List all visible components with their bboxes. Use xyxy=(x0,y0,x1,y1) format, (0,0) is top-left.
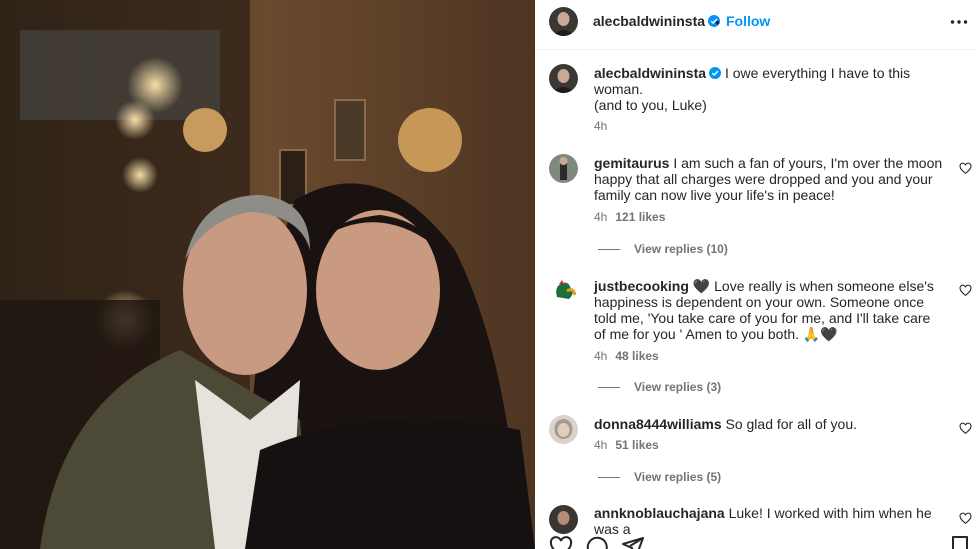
more-icon[interactable] xyxy=(950,12,968,32)
bookmark-icon[interactable] xyxy=(948,535,972,549)
comment-meta: 4h 51 likes xyxy=(594,438,659,452)
verified-icon xyxy=(709,66,722,79)
replies-divider xyxy=(598,477,620,478)
share-icon[interactable] xyxy=(621,535,645,549)
comment-time: 4h xyxy=(594,349,608,363)
action-bar xyxy=(535,535,976,549)
comment-icon[interactable] xyxy=(585,535,609,549)
separator-dot: • xyxy=(715,14,720,30)
caption-time: 4h xyxy=(594,119,608,133)
comment-time: 4h xyxy=(594,438,608,452)
photo-illustration xyxy=(0,0,535,549)
heart-icon[interactable] xyxy=(959,512,972,525)
comment-username[interactable]: annknoblauchajana xyxy=(594,505,725,521)
replies-divider xyxy=(598,387,620,388)
heart-icon[interactable] xyxy=(959,162,972,175)
commenter-avatar[interactable] xyxy=(549,505,578,534)
heart-icon[interactable] xyxy=(959,284,972,297)
comment-text: donna8444williams So glad for all of you… xyxy=(594,416,858,432)
caption-username[interactable]: alecbaldwininsta xyxy=(594,65,706,81)
like-heart-icon[interactable] xyxy=(549,535,573,549)
comment-likes[interactable]: 51 likes xyxy=(615,438,658,452)
follow-button[interactable]: Follow xyxy=(726,13,770,29)
comment-text: annknoblauchajana Luke! I worked with hi… xyxy=(594,505,932,537)
comment-meta: 4h 48 likes xyxy=(594,349,659,363)
commenter-avatar[interactable] xyxy=(549,415,578,444)
comment-likes[interactable]: 48 likes xyxy=(615,349,658,363)
comment-time: 4h xyxy=(594,210,608,224)
caption-text: alecbaldwininsta I owe everything I have… xyxy=(594,65,911,97)
heart-icon[interactable] xyxy=(959,422,972,435)
commenter-avatar[interactable] xyxy=(549,154,578,183)
replies-divider xyxy=(598,249,620,250)
post-panel: alecbaldwininsta • Follow alecbaldwinins… xyxy=(535,0,976,549)
comment-meta: 4h 121 likes xyxy=(594,210,665,224)
comment-username[interactable]: gemitaurus xyxy=(594,155,669,171)
post-photo[interactable] xyxy=(0,0,535,549)
comment-username[interactable]: justbecooking xyxy=(594,278,689,294)
comment-text: gemitaurus I am such a fan of yours, I'm… xyxy=(594,155,943,203)
post-header: alecbaldwininsta • Follow xyxy=(535,0,976,50)
view-replies-button[interactable]: View replies (10) xyxy=(598,242,728,256)
commenter-avatar[interactable] xyxy=(549,277,578,306)
caption-avatar[interactable] xyxy=(549,64,578,93)
comment-username[interactable]: donna8444williams xyxy=(594,416,722,432)
caption-line2: (and to you, Luke) xyxy=(594,97,707,113)
view-replies-button[interactable]: View replies (3) xyxy=(598,380,721,394)
author-avatar[interactable] xyxy=(549,7,578,36)
comment-likes[interactable]: 121 likes xyxy=(615,210,665,224)
comment-text: justbecooking 🖤 Love really is when some… xyxy=(594,278,934,342)
author-username[interactable]: alecbaldwininsta xyxy=(593,13,721,29)
view-replies-button[interactable]: View replies (5) xyxy=(598,470,721,484)
